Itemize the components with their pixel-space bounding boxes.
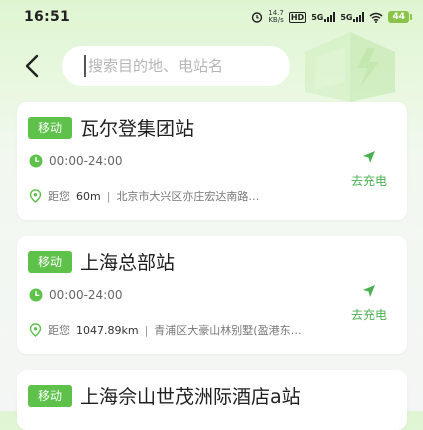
alarm-icon — [252, 12, 263, 23]
station-card[interactable]: 移动 上海总部站 00:00-24:00 距您 1047.89km | 青浦区大… — [17, 236, 407, 354]
navigation-arrow-icon — [363, 285, 375, 297]
station-card[interactable]: 移动 上海佘山世茂洲际酒店a站 — [17, 370, 407, 430]
distance-address: 距您 1047.89km | 青浦区大豪山林别墅(盈港东… — [29, 322, 302, 338]
location-pin-icon — [29, 189, 42, 203]
location-pin-icon — [29, 323, 42, 337]
station-card[interactable]: 移动 瓦尔登集团站 00:00-24:00 距您 60m | 北京市大兴区亦庄宏… — [17, 102, 407, 220]
network-type-1: 5G — [311, 13, 324, 22]
navigation-arrow-icon — [363, 151, 375, 163]
signal-1: 5G — [311, 12, 336, 22]
signal-bars-icon — [324, 12, 336, 22]
clock-icon — [29, 154, 43, 168]
opening-hours: 00:00-24:00 — [29, 288, 123, 302]
hours-text: 00:00-24:00 — [49, 288, 123, 302]
distance-value: 1047.89km — [76, 323, 139, 337]
go-charge-button[interactable]: 去充电 — [347, 284, 391, 323]
separator: | — [106, 189, 111, 203]
distance-value: 60m — [76, 189, 101, 203]
wifi-icon — [369, 12, 383, 23]
search-header — [0, 44, 423, 88]
back-icon[interactable] — [18, 52, 46, 80]
network-type-2: 5G — [340, 13, 353, 22]
go-charge-label: 去充电 — [350, 308, 387, 322]
station-address: 青浦区大豪山林别墅(盈港东… — [154, 324, 302, 337]
signal-bars-icon — [353, 12, 365, 22]
operator-tag: 移动 — [28, 251, 73, 273]
separator: | — [144, 323, 149, 337]
operator-tag: 移动 — [28, 117, 73, 139]
signal-2: 5G — [340, 12, 365, 22]
hd-badge: HD — [288, 11, 307, 23]
network-speed: 14.7 KB/s — [268, 10, 284, 24]
distance-address: 距您 60m | 北京市大兴区亦庄宏达南路… — [29, 188, 259, 204]
go-charge-label: 去充电 — [350, 174, 387, 188]
operator-tag: 移动 — [28, 385, 73, 407]
status-time: 16:51 — [24, 9, 71, 25]
clock-icon — [29, 288, 43, 302]
distance-label: 距您 — [48, 190, 70, 203]
go-charge-button[interactable]: 去充电 — [347, 150, 391, 189]
station-name: 上海佘山世茂洲际酒店a站 — [80, 386, 301, 408]
network-speed-unit: KB/s — [268, 16, 284, 24]
search-box[interactable] — [62, 46, 290, 86]
distance-label: 距您 — [48, 324, 70, 337]
search-input[interactable] — [84, 55, 280, 77]
opening-hours: 00:00-24:00 — [29, 154, 123, 168]
station-name: 瓦尔登集团站 — [80, 118, 195, 140]
hours-text: 00:00-24:00 — [49, 154, 123, 168]
station-name: 上海总部站 — [80, 252, 176, 274]
station-address: 北京市大兴区亦庄宏达南路… — [116, 190, 260, 203]
